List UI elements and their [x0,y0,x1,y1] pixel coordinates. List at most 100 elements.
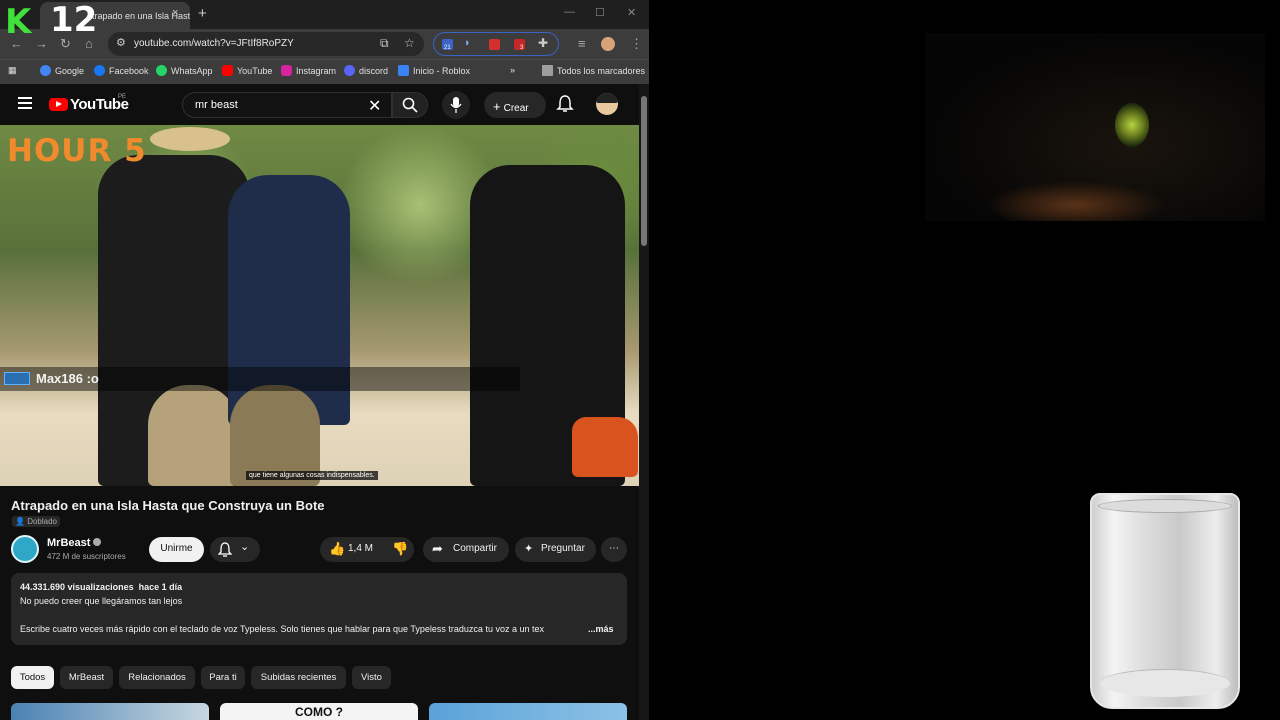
youtube-play-icon [49,98,68,111]
hamburger-menu-icon[interactable] [18,97,32,112]
page-scrollbar[interactable] [639,84,649,720]
share-button[interactable]: ➦ Compartir [423,537,509,562]
roblox-icon [398,65,409,76]
bookmark-star-icon[interactable]: ☆ [404,36,415,50]
minimize-icon[interactable]: — [564,6,575,18]
video-frame-bag [572,417,638,477]
audio-extension-icon[interactable]: ◗ [464,37,471,49]
video-title: Atrapado en una Isla Hasta que Construya… [11,498,325,513]
video-frame-pants [148,385,238,486]
tab-close-icon[interactable]: × [172,7,178,19]
menu-kebab-icon[interactable]: ⋮ [630,36,643,52]
share-icon: ➦ [432,541,443,556]
more-actions-icon[interactable]: ⋯ [601,537,627,562]
stream-chat-overlay: Max186 :o [0,367,520,391]
thumbs-up-icon: 👍 [329,541,346,556]
dubbed-badge: 👤 Doblado [12,516,61,527]
subscriber-count: 472 M de suscriptores [47,552,126,561]
video-player[interactable]: HOUR 5 Max186 :o que tiene algunas cosas… [0,125,639,486]
instagram-icon [281,65,292,76]
facebook-icon [94,65,105,76]
maximize-icon[interactable]: ☐ [595,6,605,19]
browser-window: Atrapado en una Isla Hasta que × + — ☐ ✕… [0,0,649,720]
youtube-logo[interactable]: YouTube [49,96,129,114]
discord-icon [344,65,355,76]
bookmark-google[interactable]: Google [40,65,84,76]
bookmark-whatsapp[interactable]: WhatsApp [156,65,213,76]
chevron-down-icon: ⌄ [240,541,250,553]
search-icon [402,97,418,113]
reading-list-icon[interactable]: ≡ [578,36,586,51]
join-button[interactable]: Unirme [149,537,204,562]
bookmark-discord[interactable]: discord [344,65,388,76]
omnibox[interactable]: ⚙ youtube.com/watch?v=JFtIf8RoPZY ⧉ ☆ [108,32,424,56]
bookmark-youtube[interactable]: YouTube [222,65,272,76]
new-tab-icon[interactable]: + [198,5,207,22]
bookmark-roblox[interactable]: Inicio - Roblox [398,65,470,76]
microphone-icon [450,97,462,113]
chip-subidas-recientes[interactable]: Subidas recientes [251,666,346,689]
search-button[interactable] [392,92,428,118]
ask-button[interactable]: ✦ Preguntar [515,537,596,562]
create-button[interactable]: + Crear [484,92,546,118]
search-query: mr beast [195,99,238,111]
notifications-bell-icon[interactable] [556,94,574,114]
extension-alert-count: 3 [520,45,524,51]
plus-icon: + [493,99,501,114]
scrollbar-thumb[interactable] [641,96,647,246]
bookmarks-bar: ▦ Google Facebook WhatsApp YouTube Insta… [0,59,649,84]
folder-icon [542,65,553,76]
chip-relacionados[interactable]: Relacionados [119,666,195,689]
voice-search-button[interactable] [442,91,470,119]
clear-search-icon[interactable]: ✕ [368,96,381,116]
bookmarks-overflow-icon[interactable]: » [510,65,515,75]
account-avatar[interactable] [596,93,618,115]
like-count: 1,4 M [348,543,374,554]
profile-avatar-icon[interactable] [601,37,615,51]
youtube-header: YouTube PE mr beast ✕ + Crear [0,84,639,125]
k12-logo-k: K [5,2,32,42]
close-window-icon[interactable]: ✕ [627,6,636,19]
site-info-icon[interactable]: ⚙ [116,36,126,49]
chip-mrbeast[interactable]: MrBeast [60,666,113,689]
install-icon[interactable]: ⧉ [380,36,389,51]
whatsapp-icon [156,65,167,76]
description-line: Escribe cuatro veces más rápido con el t… [20,624,544,634]
webcam-hands [985,181,1165,221]
recommended-thumbnail[interactable] [429,703,627,720]
webcam-headset [1115,103,1149,147]
bookmark-facebook[interactable]: Facebook [94,65,149,76]
country-code: PE [118,94,127,100]
google-icon [40,65,51,76]
apps-grid-icon[interactable]: ▦ [8,65,17,76]
youtube-icon [222,65,233,76]
all-bookmarks-folder[interactable]: Todos los marcadores [542,65,645,76]
channel-name[interactable]: MrBeast [47,537,102,549]
chip-todos[interactable]: Todos [11,666,54,689]
view-stats: 44.331.690 visualizaciones hace 1 día [20,582,183,592]
subscription-bell-button[interactable]: ⌄ [210,537,260,562]
recommended-thumbnail[interactable]: COMO ? [220,703,418,720]
chip-para-ti[interactable]: Para ti [201,666,245,689]
like-button[interactable]: 👍 1,4 M 👎 [320,537,414,562]
forward-icon[interactable]: → [35,36,48,51]
thumbs-down-icon[interactable]: 👎 [392,541,408,557]
video-frame-hat [150,127,230,151]
description-box[interactable]: 44.331.690 visualizaciones hace 1 día No… [11,573,627,645]
description-line: No puedo creer que llegáramos tan lejos [20,596,183,606]
person-icon: 👤 [15,517,25,526]
chat-badge-icon [4,372,30,385]
channel-avatar[interactable] [11,535,39,563]
sparkle-icon: ✦ [524,543,534,555]
recommended-thumbnail[interactable] [11,703,209,720]
extensions-puzzle-icon[interactable]: ✚ [538,36,548,50]
extension-badge-count: 21 [444,45,451,51]
chat-message: Max186 :o [36,371,99,386]
url-text: youtube.com/watch?v=JFtIf8RoPZY [134,38,294,49]
glass-overlay-image [1090,493,1240,709]
search-input[interactable]: mr beast ✕ [182,92,392,118]
show-more-link[interactable]: ...más [588,624,614,634]
extension-red-icon[interactable] [489,39,500,50]
bookmark-instagram[interactable]: Instagram [281,65,336,76]
chip-visto[interactable]: Visto [352,666,391,689]
